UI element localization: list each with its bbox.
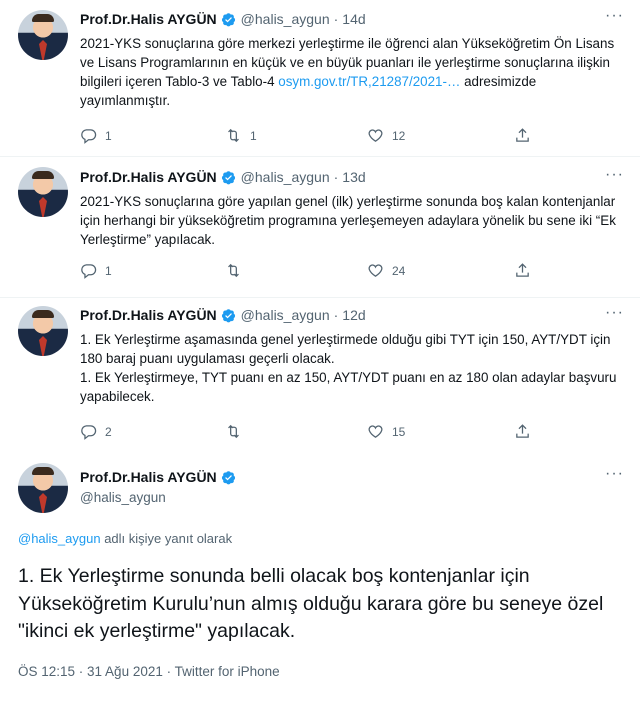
tweet-time[interactable]: 13d [342, 169, 365, 185]
heart-icon [368, 129, 383, 142]
tweet-actions: 1 1 12 [80, 127, 550, 147]
tweet-1[interactable]: Prof.Dr.Halis AYGÜN @halis_aygun · 14d ·… [0, 0, 640, 155]
author-name-row: Prof.Dr.Halis AYGÜN [80, 469, 241, 485]
reply-count: 1 [105, 263, 112, 278]
like-count: 24 [392, 263, 406, 278]
reply-handle-link[interactable]: @halis_aygun [18, 531, 101, 546]
heart-icon [368, 425, 383, 438]
tweet-time[interactable]: 12d [342, 307, 365, 323]
retweet-button[interactable]: 1 [225, 127, 257, 144]
share-button[interactable] [514, 127, 531, 144]
main-tweet-text: 1. Ek Yerleştirme sonunda belli olacak b… [18, 565, 604, 642]
reply-icon [81, 129, 97, 144]
tweet-2[interactable]: Prof.Dr.Halis AYGÜN @halis_aygun · 13d ·… [0, 157, 640, 297]
reply-to-label: adlı kişiye yanıt olarak [100, 531, 233, 546]
heart-icon [368, 264, 383, 277]
author-name[interactable]: Prof.Dr.Halis AYGÜN [80, 11, 217, 27]
author-handle[interactable]: @halis_aygun [241, 11, 330, 27]
retweet-icon [228, 128, 239, 143]
like-count: 12 [392, 128, 406, 143]
tweet-header: Prof.Dr.Halis AYGÜN @halis_aygun · 14d [80, 11, 366, 27]
like-button[interactable]: 24 [367, 262, 405, 279]
tweet-time[interactable]: 14d [342, 11, 365, 27]
tweet-text: 2021-YKS sonuçlarına göre merkezi yerleş… [80, 36, 615, 108]
reply-button[interactable]: 1 [80, 127, 112, 144]
author-name[interactable]: Prof.Dr.Halis AYGÜN [80, 469, 217, 485]
tweet-actions: 2 15 [80, 423, 550, 443]
tweet-3[interactable]: Prof.Dr.Halis AYGÜN @halis_aygun · 12d ·… [0, 298, 640, 453]
separator-dot: · [333, 169, 339, 185]
retweet-button[interactable] [225, 423, 250, 440]
like-count: 15 [392, 424, 406, 439]
tweet-link[interactable]: osym.gov.tr/TR,21287/2021-… [278, 74, 460, 89]
verified-badge-icon [221, 12, 235, 26]
share-button[interactable] [514, 262, 531, 279]
retweet-count: 1 [250, 128, 257, 143]
more-options-icon[interactable]: ··· [605, 166, 624, 184]
share-button[interactable] [514, 423, 531, 440]
tweet-paragraph: 1. Ek Yerleştirmeye, TYT puanı en az 150… [80, 370, 617, 404]
avatar[interactable] [18, 10, 68, 60]
reply-button[interactable]: 1 [80, 262, 112, 279]
share-icon [516, 424, 529, 438]
replying-to: @halis_aygun adlı kişiye yanıt olarak [18, 531, 232, 546]
avatar[interactable] [18, 167, 68, 217]
tweet-text: 2021-YKS sonuçlarına göre yapılan genel … [80, 194, 616, 247]
verified-badge-icon [221, 170, 235, 184]
verified-badge-icon [221, 308, 235, 322]
reply-button[interactable]: 2 [80, 423, 112, 440]
author-name[interactable]: Prof.Dr.Halis AYGÜN [80, 307, 217, 323]
retweet-icon [228, 424, 239, 439]
verified-badge-icon [221, 470, 235, 484]
like-button[interactable]: 12 [367, 127, 405, 144]
author-name[interactable]: Prof.Dr.Halis AYGÜN [80, 169, 217, 185]
author-handle[interactable]: @halis_aygun [80, 490, 166, 505]
more-options-icon[interactable]: ··· [605, 7, 624, 25]
separator-dot: · [333, 11, 339, 27]
share-icon [516, 263, 529, 277]
separator-dot: · [333, 307, 339, 323]
like-button[interactable]: 15 [367, 423, 405, 440]
tweet-header: Prof.Dr.Halis AYGÜN @halis_aygun · 12d [80, 307, 366, 323]
avatar[interactable] [18, 306, 68, 356]
reply-icon [81, 425, 97, 440]
more-options-icon[interactable]: ··· [605, 465, 624, 483]
tweet-meta[interactable]: ÖS 12:15 · 31 Ağu 2021 · Twitter for iPh… [18, 664, 280, 679]
tweet-actions: 1 24 [80, 262, 550, 282]
reply-count: 1 [105, 128, 112, 143]
author-handle[interactable]: @halis_aygun [241, 169, 330, 185]
reply-count: 2 [105, 424, 112, 439]
share-icon [516, 128, 529, 142]
author-handle[interactable]: @halis_aygun [241, 307, 330, 323]
more-options-icon[interactable]: ··· [605, 304, 624, 322]
retweet-button[interactable] [225, 262, 250, 279]
retweet-icon [228, 263, 239, 278]
tweet-paragraph: 1. Ek Yerleştirme aşamasında genel yerle… [80, 332, 611, 366]
avatar[interactable] [18, 463, 68, 513]
reply-icon [81, 264, 97, 279]
tweet-text: 1. Ek Yerleştirme aşamasında genel yerle… [80, 330, 625, 406]
tweet-header: Prof.Dr.Halis AYGÜN @halis_aygun · 13d [80, 169, 366, 185]
